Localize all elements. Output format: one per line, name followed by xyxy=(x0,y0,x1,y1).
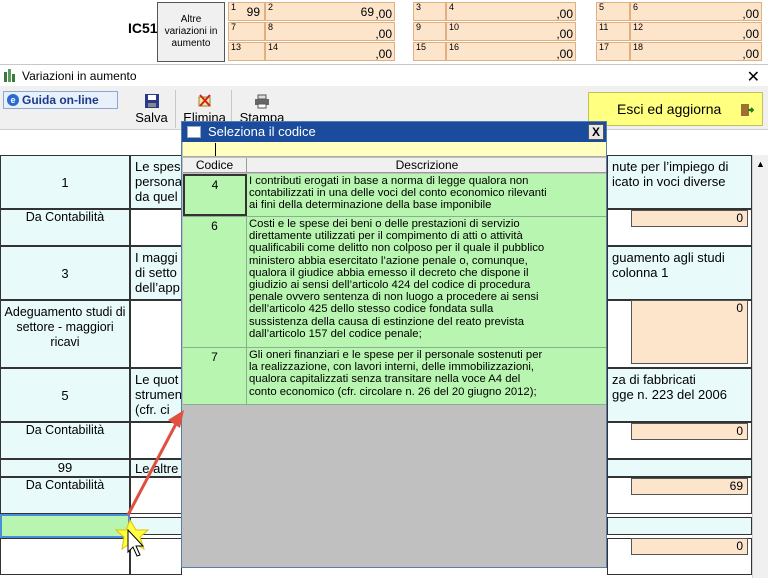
dialog-row-desc: I contributi erogati in base a norma di … xyxy=(249,175,547,212)
dialog-row-6[interactable]: 6 Costi e le spese dei beni o delle pres… xyxy=(183,217,606,348)
dialog-row-desc: Costi e le spese dei beni o delle presta… xyxy=(249,218,545,340)
code-cell-99: 99 xyxy=(0,459,130,477)
code-cell-5: 5 xyxy=(0,368,130,422)
new-label-cell xyxy=(0,538,130,575)
dialog-row-4[interactable]: 4 I contributi erogati in base a norma d… xyxy=(183,174,606,217)
close-icon[interactable]: ✕ xyxy=(747,67,760,87)
desc-cell-99-left: Le altre xyxy=(130,459,182,477)
top-cell-11[interactable]: 11 xyxy=(596,22,630,41)
top-cell-15[interactable]: 15 xyxy=(413,42,446,61)
top-cell-18[interactable]: 18,00 xyxy=(630,42,762,61)
blank-cell-99 xyxy=(130,477,182,514)
code-cell-1: 1 xyxy=(0,155,130,209)
top-cell-16[interactable]: 16,00 xyxy=(446,42,576,61)
top-cell-1[interactable]: 1 99 xyxy=(228,2,265,21)
top-cell-6[interactable]: 6,00 xyxy=(630,2,762,21)
internet-explorer-icon: e xyxy=(7,94,19,106)
app-icon xyxy=(4,69,15,82)
amount-field-3[interactable]: 0 xyxy=(631,300,748,364)
exit-door-icon xyxy=(741,104,754,116)
dialog-row-code: 4 xyxy=(183,174,247,216)
desc-cell-3-right: guamento agli studi colonna 1 xyxy=(607,246,752,300)
vertical-scrollbar[interactable]: ▲ xyxy=(752,155,768,578)
scroll-up-icon[interactable]: ▲ xyxy=(756,159,765,169)
label-da-contabilita-1: Da Contabilità xyxy=(0,209,130,246)
top-cell-17[interactable]: 17 xyxy=(596,42,630,61)
code-cell-3: 3 xyxy=(0,246,130,300)
dialog-close-button[interactable]: X xyxy=(588,124,604,140)
top-cell-5[interactable]: 5 xyxy=(596,2,630,21)
window-title-bar: Variazioni in aumento ✕ xyxy=(0,64,768,86)
form-header-strip: IC51 Altre variazioni in aumento 1 99 2 69… xyxy=(0,0,768,64)
new-desc-cell-left xyxy=(130,517,182,535)
amount-field-5[interactable]: 0 xyxy=(631,423,748,440)
new-blank-cell xyxy=(130,538,182,575)
window-title: Variazioni in aumento xyxy=(22,69,137,83)
section-code: IC51 xyxy=(128,20,158,36)
new-desc-cell-right xyxy=(607,517,752,535)
altre-variazioni-box[interactable]: Altre variazioni in aumento xyxy=(157,2,225,62)
dialog-row-code: 7 xyxy=(183,348,247,404)
salva-button[interactable]: Salva xyxy=(128,90,176,128)
top-cell-14[interactable]: 14,00 xyxy=(265,42,395,61)
blank-cell-3 xyxy=(130,300,182,368)
delete-icon xyxy=(198,94,211,107)
dialog-table-header: Codice Descrizione xyxy=(183,158,606,173)
desc-cell-5-left: Le quot strumen (cfr. ci xyxy=(130,368,182,422)
new-code-field[interactable] xyxy=(0,514,130,538)
printer-icon xyxy=(255,94,269,109)
top-cell-3[interactable]: 3 xyxy=(413,2,446,21)
dialog-row-desc: Gli oneri finanziari e le spese per il p… xyxy=(249,349,543,398)
label-da-contabilita-99: Da Contabilità xyxy=(0,477,130,514)
desc-cell-5-right: za di fabbricati gge n. 223 del 2006 xyxy=(607,368,752,422)
col-header-descrizione: Descrizione xyxy=(395,158,459,172)
desc-cell-3-left: I maggi di setto dell’app xyxy=(130,246,182,300)
dialog-row-7[interactable]: 7 Gli oneri finanziari e le spese per il… xyxy=(183,348,606,405)
amount-field-new[interactable]: 0 xyxy=(631,538,748,555)
guida-online-button[interactable]: e Guida on-line xyxy=(3,91,118,109)
grid-icon xyxy=(187,126,201,138)
top-cell-4[interactable]: 4,00 xyxy=(446,2,576,21)
text-cursor xyxy=(215,143,216,156)
top-cell-10[interactable]: 10,00 xyxy=(446,22,576,41)
dialog-filter-input[interactable] xyxy=(183,142,606,157)
esci-ed-aggiorna-button[interactable]: Esci ed aggiorna xyxy=(588,92,763,126)
desc-cell-1-right: nute per l’impiego di icato in voci diver… xyxy=(607,155,752,209)
dialog-row-code: 6 xyxy=(183,217,247,347)
amount-field-99[interactable]: 69 xyxy=(631,478,748,495)
desc-cell-99-right xyxy=(607,459,752,477)
save-icon xyxy=(145,94,159,108)
label-da-contabilita-5: Da Contabilità xyxy=(0,422,130,459)
top-cell-7[interactable]: 7 xyxy=(228,22,265,41)
dialog-title-bar: Seleziona il codice X xyxy=(182,122,606,142)
top-cell-12[interactable]: 12,00 xyxy=(630,22,762,41)
dialog-empty-area xyxy=(183,405,606,567)
top-cell-8[interactable]: 8,00 xyxy=(265,22,395,41)
top-cell-2[interactable]: 2 69,00 xyxy=(265,2,395,21)
amount-field-1[interactable]: 0 xyxy=(631,210,748,227)
desc-cell-1-left: Le spes persona da quel xyxy=(130,155,182,209)
col-header-codice: Codice xyxy=(183,158,247,173)
blank-cell-1 xyxy=(130,209,182,246)
top-cell-13[interactable]: 13 xyxy=(228,42,265,61)
top-cell-9[interactable]: 9 xyxy=(413,22,446,41)
blank-cell-5 xyxy=(130,422,182,459)
seleziona-codice-dialog: Seleziona il codice X Codice Descrizione… xyxy=(181,121,607,568)
label-adeguamento: Adeguamento studi di settore - maggiori … xyxy=(0,300,130,368)
